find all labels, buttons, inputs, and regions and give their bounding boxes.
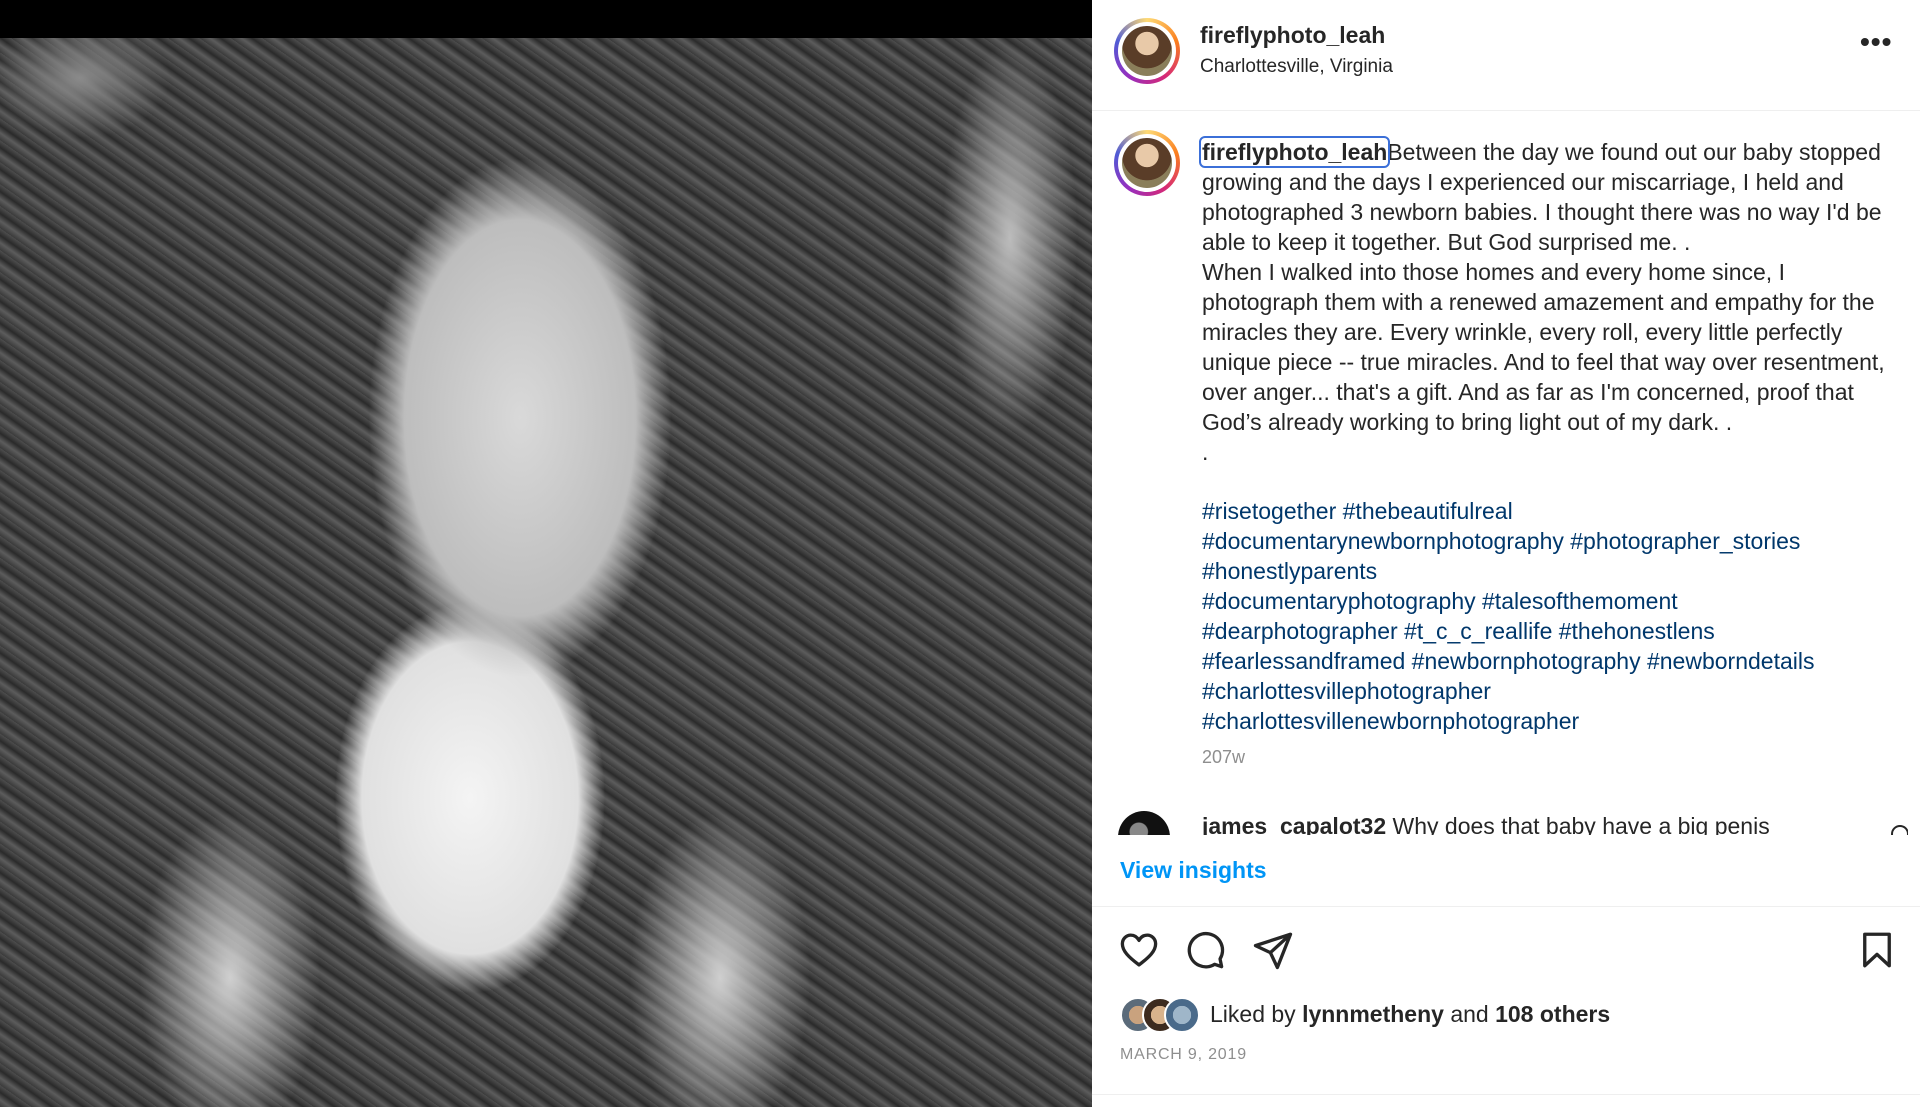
view-insights-link[interactable]: View insights bbox=[1120, 857, 1267, 884]
commenter-username[interactable]: james_capalot32 bbox=[1202, 813, 1386, 835]
post-caption: fireflyphoto_leahBetween the day we foun… bbox=[1198, 136, 1902, 467]
caption-author-avatar[interactable] bbox=[1114, 130, 1180, 196]
likes-text: Liked by lynnmetheny and 108 others bbox=[1210, 1001, 1610, 1028]
post-photo[interactable] bbox=[0, 0, 1092, 1107]
newborn-photo-image bbox=[0, 38, 1092, 1107]
comment-text: Why does that baby have a big penis bbox=[1392, 813, 1770, 835]
post-age[interactable]: 207w bbox=[1202, 747, 1245, 768]
caption-username[interactable]: fireflyphoto_leah bbox=[1198, 136, 1391, 168]
hashtag-line[interactable]: #fearlessandframed #newbornphotography #… bbox=[1202, 646, 1912, 676]
liker-username[interactable]: lynnmetheny bbox=[1302, 1001, 1444, 1027]
hashtag-line[interactable]: #documentarynewbornphotography #photogra… bbox=[1202, 526, 1912, 556]
caption-avatar-image bbox=[1122, 138, 1172, 188]
hashtag-line[interactable]: #documentaryphotography #talesofthemomen… bbox=[1202, 586, 1912, 616]
caption-text: Between the day we found out our baby st… bbox=[1202, 139, 1885, 465]
post-date[interactable]: MARCH 9, 2019 bbox=[1120, 1046, 1247, 1064]
commenter-avatar[interactable] bbox=[1118, 811, 1170, 835]
likes-middle: and bbox=[1443, 1001, 1496, 1027]
author-username[interactable]: fireflyphoto_leah bbox=[1200, 22, 1385, 49]
photo-top-bar bbox=[0, 0, 1092, 38]
bookmark-icon[interactable] bbox=[1856, 929, 1898, 971]
bottom-divider bbox=[1092, 1094, 1920, 1095]
comments-scroll-area[interactable]: fireflyphoto_leahBetween the day we foun… bbox=[1092, 111, 1920, 835]
actions-divider bbox=[1092, 906, 1920, 907]
liker-avatar bbox=[1164, 997, 1200, 1033]
post-details-panel: fireflyphoto_leah Charlottesville, Virgi… bbox=[1092, 0, 1920, 1107]
hashtag-line[interactable]: #charlottesvillephotographer bbox=[1202, 676, 1912, 706]
hashtag-line[interactable]: #dearphotographer #t_c_c_reallife #theho… bbox=[1202, 616, 1912, 646]
hashtag-line[interactable]: #honestlyparents bbox=[1202, 556, 1912, 586]
author-avatar[interactable] bbox=[1114, 18, 1180, 84]
heart-icon[interactable] bbox=[1118, 929, 1160, 971]
likes-prefix: Liked by bbox=[1210, 1001, 1303, 1027]
paper-plane-icon[interactable] bbox=[1252, 929, 1294, 971]
comment-item: james_capalot32 Why does that baby have … bbox=[1118, 811, 1908, 835]
caption-hashtags: #risetogether #thebeautifulreal #document… bbox=[1202, 496, 1912, 736]
hashtag-line[interactable]: #risetogether #thebeautifulreal bbox=[1202, 496, 1912, 526]
post-location[interactable]: Charlottesville, Virginia bbox=[1200, 56, 1393, 78]
likes-others-link[interactable]: 108 others bbox=[1495, 1001, 1610, 1027]
more-options-icon[interactable]: ••• bbox=[1860, 28, 1892, 56]
hashtag-line[interactable]: #charlottesvillenewbornphotographer bbox=[1202, 706, 1912, 736]
comment-like-icon[interactable] bbox=[1891, 825, 1908, 835]
author-avatar-image bbox=[1122, 26, 1172, 76]
comment-icon[interactable] bbox=[1184, 929, 1226, 971]
comment-body: james_capalot32 Why does that baby have … bbox=[1202, 811, 1770, 835]
